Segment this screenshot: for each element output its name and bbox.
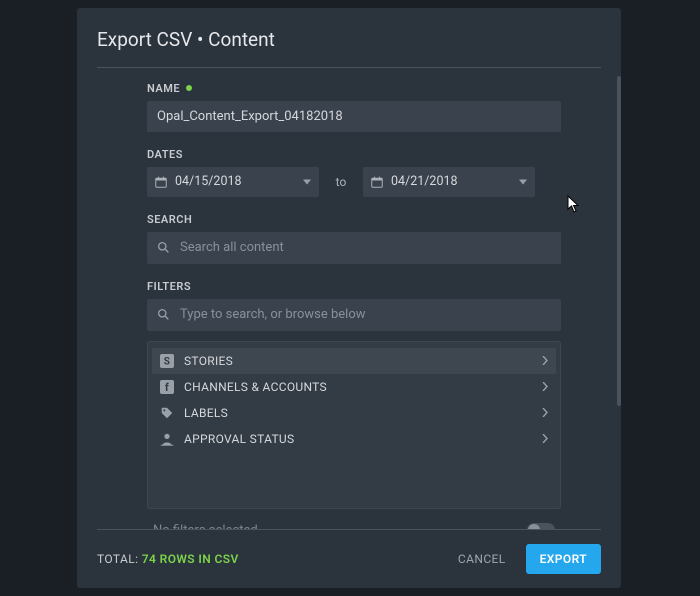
search-label: SEARCH: [147, 213, 561, 226]
modal-footer: TOTAL: 74 ROWS IN CSV CANCEL EXPORT: [77, 530, 621, 588]
search-icon: [157, 241, 170, 254]
svg-text:f: f: [165, 381, 169, 394]
dates-label: DATES: [147, 148, 561, 161]
cancel-button[interactable]: CANCEL: [450, 546, 514, 572]
caret-down-icon: [303, 179, 311, 184]
filter-row-channels[interactable]: f CHANNELS & ACCOUNTS: [148, 374, 560, 400]
total-count: 74 ROWS IN CSV: [142, 552, 239, 566]
chevron-right-icon: [542, 434, 548, 443]
chevron-right-icon: [542, 382, 548, 391]
search-input[interactable]: [180, 240, 551, 255]
no-filters-row: No filters selected: [147, 509, 561, 529]
tag-icon: [160, 406, 174, 420]
search-section: SEARCH: [147, 213, 561, 264]
name-section: NAME: [147, 82, 561, 132]
svg-text:S: S: [164, 356, 170, 367]
dates-to-label: to: [329, 175, 353, 189]
filter-row-label: STORIES: [184, 354, 233, 368]
filters-section: FILTERS S STORIES: [147, 280, 561, 529]
dates-section: DATES 04/15/2018 to 04/21/2018: [147, 148, 561, 197]
stories-icon: S: [160, 354, 174, 368]
date-to-value: 04/21/2018: [391, 174, 458, 189]
filter-row-label: LABELS: [184, 406, 228, 420]
calendar-icon: [155, 176, 167, 188]
approval-icon: [160, 432, 174, 446]
name-label-text: NAME: [147, 82, 180, 95]
total-label: TOTAL:: [97, 552, 138, 566]
filter-panel: S STORIES f CHANNELS & ACCOUNTS: [147, 341, 561, 509]
caret-down-icon: [519, 179, 527, 184]
modal-body: NAME DATES 04/15/2018 to: [77, 68, 621, 529]
filters-search-wrap[interactable]: [147, 299, 561, 331]
date-from-value: 04/15/2018: [175, 174, 242, 189]
search-icon: [157, 308, 170, 321]
name-label: NAME: [147, 82, 561, 95]
chevron-right-icon: [542, 356, 548, 365]
filters-label: FILTERS: [147, 280, 561, 293]
filter-row-approval[interactable]: APPROVAL STATUS: [148, 426, 560, 452]
filter-row-stories[interactable]: S STORIES: [152, 348, 556, 374]
required-dot-icon: [186, 85, 192, 91]
chevron-right-icon: [542, 408, 548, 417]
name-input[interactable]: [147, 101, 561, 132]
filter-row-label: CHANNELS & ACCOUNTS: [184, 380, 327, 394]
no-filters-text: No filters selected: [153, 523, 258, 529]
filters-search-input[interactable]: [180, 307, 551, 322]
search-input-wrap[interactable]: [147, 232, 561, 264]
total-rows: TOTAL: 74 ROWS IN CSV: [97, 552, 239, 566]
dates-row: 04/15/2018 to 04/21/2018: [147, 167, 561, 197]
calendar-icon: [371, 176, 383, 188]
modal-title: Export CSV • Content: [77, 8, 621, 61]
export-csv-modal: Export CSV • Content NAME DATES 04/15/20…: [77, 8, 621, 588]
toggle-knob: [528, 524, 540, 529]
export-button[interactable]: EXPORT: [526, 544, 601, 574]
date-to-picker[interactable]: 04/21/2018: [363, 167, 535, 197]
filter-row-label: APPROVAL STATUS: [184, 432, 294, 446]
channels-icon: f: [160, 380, 174, 394]
filter-row-labels[interactable]: LABELS: [148, 400, 560, 426]
date-from-picker[interactable]: 04/15/2018: [147, 167, 319, 197]
filters-toggle[interactable]: [527, 523, 555, 529]
